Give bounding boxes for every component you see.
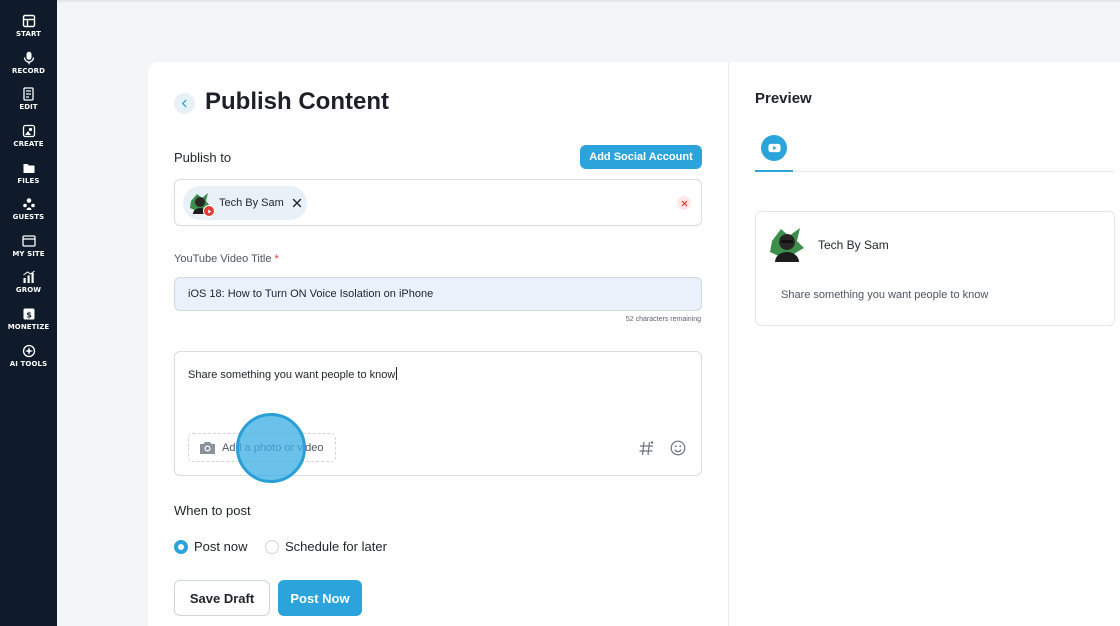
preview-account-name: Tech By Sam xyxy=(818,238,889,252)
preview-title: Preview xyxy=(755,90,812,107)
description-text: Share something you want people to know xyxy=(188,367,398,381)
back-button[interactable] xyxy=(174,93,195,114)
sidebar-item-label: START xyxy=(15,30,42,38)
sidebar-item-ai-tools[interactable]: AI TOOLS xyxy=(0,344,57,368)
add-media-button[interactable]: Add a photo or video xyxy=(188,433,336,462)
when-to-post-label: When to post xyxy=(174,503,251,518)
add-media-label: Add a photo or video xyxy=(222,441,324,454)
video-title-label: YouTube Video Title * xyxy=(174,253,279,265)
monetize-icon: $ xyxy=(23,308,34,320)
sidebar-item-label: GROW xyxy=(15,286,42,294)
required-mark: * xyxy=(274,253,279,265)
sidebar-item-edit[interactable]: EDIT xyxy=(0,87,57,111)
video-title-label-text: YouTube Video Title xyxy=(174,253,272,265)
post-now-label: Post now xyxy=(194,539,248,554)
microphone-icon xyxy=(23,51,34,65)
publish-to-label: Publish to xyxy=(174,150,232,165)
sidebar-item-record[interactable]: RECORD xyxy=(0,51,57,75)
sidebar-item-label: EDIT xyxy=(19,103,38,111)
schedule-later-label: Schedule for later xyxy=(285,539,387,554)
sidebar-item-monetize[interactable]: $ MONETIZE xyxy=(0,307,57,331)
account-chip-name: Tech By Sam xyxy=(219,197,284,209)
post-now-button[interactable]: Post Now xyxy=(278,580,362,616)
sidebar-item-start[interactable]: START xyxy=(0,14,57,38)
sidebar-item-label: GUESTS xyxy=(12,213,45,221)
start-icon xyxy=(22,14,35,28)
video-title-input[interactable] xyxy=(174,277,702,311)
hashtag-icon[interactable] xyxy=(638,440,655,457)
page-title: Publish Content xyxy=(205,88,389,115)
description-editor[interactable]: Share something you want people to know … xyxy=(174,351,702,476)
files-icon xyxy=(23,164,34,173)
sidebar-item-label: RECORD xyxy=(11,67,46,75)
youtube-badge-icon xyxy=(203,205,215,217)
tab-youtube-preview[interactable] xyxy=(755,130,793,172)
edit-icon xyxy=(22,87,34,101)
chevron-left-icon xyxy=(181,99,187,108)
sidebar-item-label: FILES xyxy=(17,177,40,185)
sidebar-item-label: AI TOOLS xyxy=(9,360,48,368)
camera-icon xyxy=(200,442,215,454)
avatar xyxy=(189,192,215,217)
post-preview-card: Tech By Sam Share something you want peo… xyxy=(755,211,1115,326)
sidebar-item-files[interactable]: FILES xyxy=(0,161,57,185)
emoji-icon[interactable] xyxy=(670,440,686,456)
sidebar-item-create[interactable]: CREATE xyxy=(0,124,57,148)
top-bar xyxy=(57,0,1120,2)
create-icon xyxy=(22,124,35,138)
panel-divider xyxy=(728,62,729,626)
active-tab-indicator xyxy=(755,170,793,172)
characters-remaining: 52 characters remaining xyxy=(625,316,701,323)
sidebar-item-grow[interactable]: GROW xyxy=(0,270,57,294)
sidebar-item-guests[interactable]: GUESTS xyxy=(0,197,57,221)
sidebar-item-label: CREATE xyxy=(13,140,44,148)
avatar xyxy=(770,228,804,262)
grow-icon xyxy=(22,270,35,283)
tab-divider xyxy=(793,171,1114,172)
clear-accounts-button[interactable] xyxy=(677,196,691,210)
schedule-later-radio[interactable]: Schedule for later xyxy=(265,539,387,554)
sidebar-item-label: MY SITE xyxy=(12,250,45,258)
post-now-radio[interactable]: Post now xyxy=(174,539,247,554)
add-social-account-button[interactable]: Add Social Account xyxy=(580,145,702,169)
description-value: Share something you want people to know xyxy=(188,369,396,381)
radio-dot xyxy=(174,539,188,554)
account-selector[interactable]: Tech By Sam xyxy=(174,179,702,226)
save-draft-button[interactable]: Save Draft xyxy=(174,580,270,616)
sidebar-item-my-site[interactable]: MY SITE xyxy=(0,234,57,258)
sidebar-item-label: MONETIZE xyxy=(7,323,50,331)
guests-icon xyxy=(22,198,35,210)
close-icon xyxy=(681,200,687,206)
remove-account-icon[interactable] xyxy=(292,198,302,208)
radio-dot xyxy=(265,539,279,554)
ai-tools-icon xyxy=(22,344,35,358)
my-site-icon xyxy=(21,235,36,247)
sidebar: START RECORD EDIT CREATE FILES GUESTS MY… xyxy=(0,0,57,626)
text-caret xyxy=(396,367,398,380)
youtube-icon xyxy=(761,135,787,161)
preview-text: Share something you want people to know xyxy=(781,289,989,301)
account-chip: Tech By Sam xyxy=(183,186,307,220)
svg-text:$: $ xyxy=(26,311,32,320)
